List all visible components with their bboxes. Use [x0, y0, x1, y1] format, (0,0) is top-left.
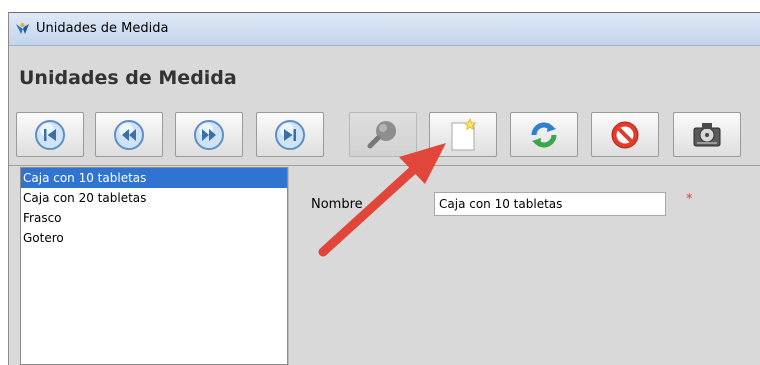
refresh-button[interactable]: [510, 112, 578, 157]
skip-to-first-icon: [35, 119, 65, 150]
detail-form: Nombre Caja con 10 tabletas *: [288, 167, 760, 365]
list-item[interactable]: Caja con 20 tabletas: [21, 188, 287, 208]
app-logo-icon: [16, 23, 29, 34]
list-item[interactable]: Caja con 10 tabletas: [21, 168, 287, 188]
required-marker: *: [686, 192, 693, 207]
page-title: Unidades de Medida: [19, 67, 237, 89]
previous-record-button[interactable]: [95, 112, 163, 157]
window-title: Unidades de Medida: [36, 21, 169, 36]
new-document-star-icon: [451, 117, 477, 150]
skip-to-last-icon: [275, 119, 305, 150]
no-entry-icon: [611, 121, 639, 148]
refresh-icon: [531, 122, 557, 147]
next-record-button[interactable]: [175, 112, 243, 157]
nombre-field[interactable]: Caja con 10 tabletas: [434, 192, 666, 216]
panel-divider: [9, 165, 760, 166]
nombre-label: Nombre: [311, 197, 363, 212]
title-bar: Unidades de Medida: [9, 13, 760, 46]
fast-forward-icon: [194, 119, 224, 150]
new-record-button[interactable]: [429, 112, 497, 157]
list-item[interactable]: Frasco: [21, 208, 287, 228]
list-item[interactable]: Gotero: [21, 228, 287, 248]
magnifier-icon: [367, 120, 396, 148]
delete-button[interactable]: [591, 112, 659, 157]
rewind-icon: [114, 119, 144, 150]
window: Unidades de Medida Unidades de Medida Ca…: [8, 12, 760, 365]
units-list[interactable]: Caja con 10 tabletas Caja con 20 tableta…: [20, 167, 288, 365]
last-record-button[interactable]: [256, 112, 324, 157]
hard-drive-icon: [693, 122, 721, 146]
first-record-button[interactable]: [16, 112, 84, 157]
search-button[interactable]: [349, 112, 417, 157]
save-button[interactable]: [673, 112, 741, 157]
toolbar: [9, 112, 760, 160]
